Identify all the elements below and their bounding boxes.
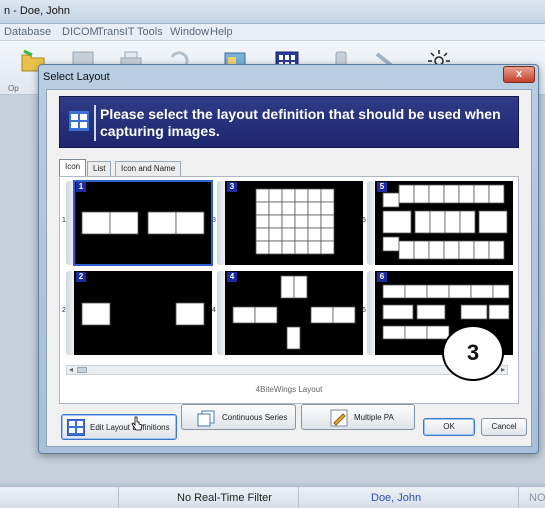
layout-row-label: 4 xyxy=(212,307,216,314)
edit-layout-definitions-label: Edit Layout Definitions xyxy=(90,423,170,432)
layout-handle xyxy=(367,271,375,355)
cancel-label: Cancel xyxy=(491,422,517,431)
menu-transit[interactable]: TransIT xyxy=(97,26,135,38)
menu-help[interactable]: Help xyxy=(210,26,233,38)
layout-preview xyxy=(255,188,335,255)
banner-divider xyxy=(94,105,96,141)
close-button[interactable]: x xyxy=(503,66,535,83)
layout-number: 6 xyxy=(377,272,387,282)
status-filter-cell: No Real-Time Filter xyxy=(118,487,298,508)
menu-bar: Database DICOM TransIT Tools Window Help xyxy=(0,24,545,41)
layout-handle xyxy=(66,271,74,355)
layout-name-caption: 4BiteWings Layout xyxy=(255,385,323,394)
layout-number: 2 xyxy=(76,272,86,282)
horizontal-scrollbar[interactable]: ◂ ▸ xyxy=(66,365,508,375)
layout-handle xyxy=(367,181,375,265)
scroll-left-icon[interactable]: ◂ xyxy=(69,365,73,374)
status-right: NO xyxy=(529,492,545,504)
tab-icon[interactable]: Icon xyxy=(59,159,87,176)
scrollbar-thumb[interactable] xyxy=(77,367,87,373)
layout-preview xyxy=(81,211,205,235)
status-patient-cell: Doe, John xyxy=(298,487,518,508)
menu-database[interactable]: Database xyxy=(4,26,51,38)
layout-row-label: 5 xyxy=(362,217,366,224)
continuous-series-label: Continuous Series xyxy=(222,413,288,422)
dialog-title: Select Layout xyxy=(43,71,110,83)
layout-gallery: 1 1 3 3 5 5 2 2 4 4 6 6 ◂ ▸ 4BiteWings L… xyxy=(59,176,519,404)
continuous-series-button[interactable]: Continuous Series xyxy=(181,404,296,430)
multiple-pa-button[interactable]: Multiple PA xyxy=(301,404,415,430)
layout-handle xyxy=(217,181,225,265)
multiple-pa-label: Multiple PA xyxy=(354,413,394,422)
copy-icon xyxy=(197,410,215,427)
layout-number: 3 xyxy=(227,182,237,192)
layout-preview xyxy=(232,275,356,350)
layout-thumbnail-5[interactable]: 5 xyxy=(375,181,513,265)
step-callout: 3 xyxy=(442,325,504,381)
layout-number: 1 xyxy=(76,182,86,192)
menu-dicom[interactable]: DICOM xyxy=(62,26,99,38)
layout-number: 4 xyxy=(227,272,237,282)
status-filter: No Real-Time Filter xyxy=(177,492,272,504)
layout-row-label: 6 xyxy=(362,307,366,314)
status-patient: Doe, John xyxy=(371,492,422,504)
app-title: n - Doe, John xyxy=(4,5,71,17)
layout-preview xyxy=(382,184,508,260)
layout-grid-icon xyxy=(67,419,85,436)
menu-window[interactable]: Window xyxy=(170,26,209,38)
instruction-banner: Please select the layout definition that… xyxy=(59,96,519,148)
cancel-button[interactable]: Cancel xyxy=(481,418,527,436)
toolbar-open-label: Op xyxy=(8,84,19,93)
layout-handle xyxy=(217,271,225,355)
tab-icon-and-name[interactable]: Icon and Name xyxy=(115,161,182,176)
layout-number: 5 xyxy=(377,182,387,192)
status-bar: No Real-Time Filter Doe, John NO xyxy=(0,486,545,508)
layout-thumbnail-4[interactable]: 4 xyxy=(225,271,363,355)
layout-handle xyxy=(66,181,74,265)
banner-text: Please select the layout definition that… xyxy=(100,106,501,139)
app-titlebar: n - Doe, John xyxy=(0,0,545,24)
status-right-cell: NO xyxy=(518,487,545,508)
edit-layout-definitions-button[interactable]: Edit Layout Definitions xyxy=(61,414,177,440)
select-layout-dialog: Select Layout x Please select the layout… xyxy=(38,64,539,454)
callout-number: 3 xyxy=(466,340,480,365)
layout-thumbnail-2[interactable]: 2 xyxy=(74,271,212,355)
mouse-cursor-icon xyxy=(131,416,143,431)
layout-thumbnail-3[interactable]: 3 xyxy=(225,181,363,265)
ok-button[interactable]: OK xyxy=(423,418,475,436)
dialog-body: Please select the layout definition that… xyxy=(46,89,532,447)
tab-list[interactable]: List xyxy=(87,161,112,176)
scroll-right-icon[interactable]: ▸ xyxy=(501,365,505,374)
layout-row-label: 3 xyxy=(212,217,216,224)
layout-grid-icon xyxy=(69,111,89,131)
ok-label: OK xyxy=(443,422,455,431)
layout-preview xyxy=(81,302,205,326)
layout-thumbnail-1[interactable]: 1 xyxy=(73,180,213,266)
pencil-icon xyxy=(330,409,348,427)
menu-tools[interactable]: Tools xyxy=(137,26,163,38)
